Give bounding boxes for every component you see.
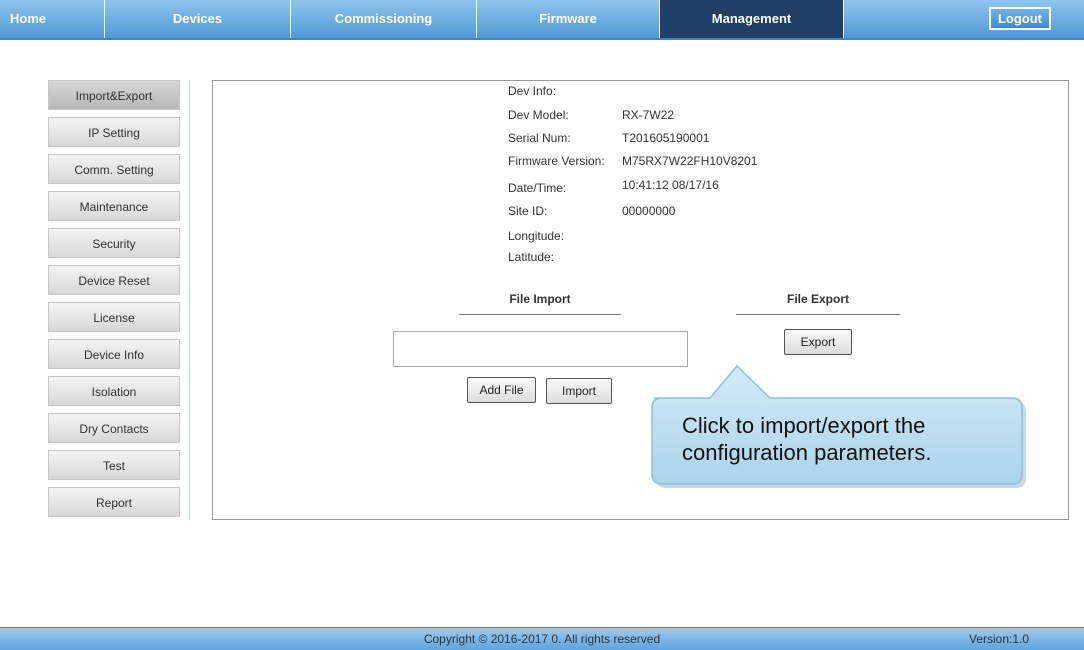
callout-line-2: configuration parameters. bbox=[682, 440, 932, 465]
dev-info-header: Dev Info: bbox=[508, 84, 557, 98]
sidebar-item-license[interactable]: License bbox=[48, 302, 180, 332]
site-id-value: 00000000 bbox=[622, 204, 676, 218]
sidebar-item-report[interactable]: Report bbox=[48, 487, 180, 517]
sidebar-item-isolation[interactable]: Isolation bbox=[48, 376, 180, 406]
version-text: Version:1.0 bbox=[969, 632, 1030, 646]
latitude-label: Latitude: bbox=[508, 250, 555, 264]
dev-model-label: Dev Model: bbox=[508, 108, 569, 122]
sidebar: Import&Export IP Setting Comm. Setting M… bbox=[48, 80, 190, 520]
top-navigation: Home Devices Commissioning Firmware Mana… bbox=[0, 0, 1084, 40]
tab-devices[interactable]: Devices bbox=[105, 0, 291, 38]
firmware-version-label: Firmware Version: bbox=[508, 154, 605, 168]
sidebar-item-device-reset[interactable]: Device Reset bbox=[48, 265, 180, 295]
export-button[interactable]: Export bbox=[784, 329, 852, 355]
tab-home[interactable]: Home bbox=[0, 0, 105, 38]
file-export-divider bbox=[736, 314, 900, 315]
sidebar-item-maintenance[interactable]: Maintenance bbox=[48, 191, 180, 221]
file-import-divider bbox=[459, 314, 621, 315]
sidebar-item-dry-contacts[interactable]: Dry Contacts bbox=[48, 413, 180, 443]
callout-line-1: Click to import/export the bbox=[682, 413, 926, 438]
footer: Copyright © 2016-2017 0. All rights rese… bbox=[0, 627, 1084, 650]
logout-button[interactable]: Logout bbox=[989, 7, 1051, 30]
serial-num-label: Serial Num: bbox=[508, 131, 571, 145]
date-time-label: Date/Time: bbox=[508, 181, 567, 195]
tab-management[interactable]: Management bbox=[660, 0, 844, 38]
firmware-version-value: M75RX7W22FH10V8201 bbox=[622, 154, 758, 168]
date-time-value: 10:41:12 08/17/16 bbox=[622, 178, 719, 192]
dev-model-value: RX-7W22 bbox=[622, 108, 675, 122]
callout-text: Click to import/export the configuration… bbox=[682, 412, 931, 466]
sidebar-item-test[interactable]: Test bbox=[48, 450, 180, 480]
serial-num-value: T201605190001 bbox=[622, 131, 710, 145]
sidebar-item-import-export[interactable]: Import&Export bbox=[48, 80, 180, 110]
add-file-button[interactable]: Add File bbox=[467, 377, 536, 403]
import-button[interactable]: Import bbox=[546, 378, 612, 404]
sidebar-item-ip-setting[interactable]: IP Setting bbox=[48, 117, 180, 147]
longitude-label: Longitude: bbox=[508, 229, 565, 243]
sidebar-item-security[interactable]: Security bbox=[48, 228, 180, 258]
tab-firmware[interactable]: Firmware bbox=[477, 0, 660, 38]
file-import-title: File Import bbox=[509, 292, 571, 306]
sidebar-item-device-info[interactable]: Device Info bbox=[48, 339, 180, 369]
copyright-text: Copyright © 2016-2017 0. All rights rese… bbox=[423, 632, 661, 646]
tab-commissioning[interactable]: Commissioning bbox=[291, 0, 477, 38]
site-id-label: Site ID: bbox=[508, 204, 548, 218]
sidebar-item-comm-setting[interactable]: Comm. Setting bbox=[48, 154, 180, 184]
file-export-title: File Export bbox=[786, 292, 849, 306]
